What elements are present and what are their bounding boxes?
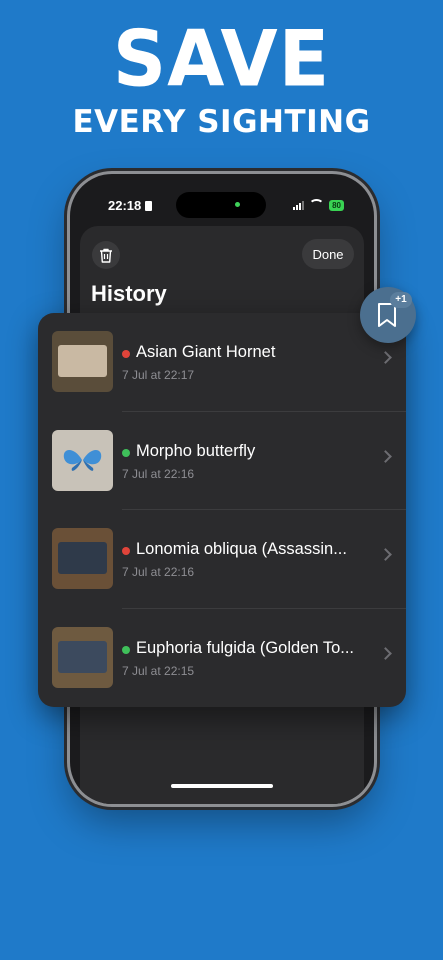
list-item[interactable]: Morpho butterfly 7 Jul at 22:16	[38, 412, 406, 511]
sighting-time: 7 Jul at 22:17	[122, 368, 195, 382]
sighting-thumbnail	[52, 331, 113, 392]
chevron-right-icon	[379, 646, 392, 660]
chevron-right-icon	[379, 351, 392, 364]
bookmark-count-badge: +1	[390, 292, 412, 308]
headline-line-2: EVERY SIGHTING	[72, 104, 371, 140]
trash-icon	[100, 248, 112, 263]
status-dot	[122, 547, 130, 555]
battery-icon: 80	[329, 199, 344, 211]
home-indicator	[171, 784, 273, 788]
dynamic-island	[176, 192, 266, 218]
list-item[interactable]: Euphoria fulgida (Golden To... 7 Jul at …	[38, 609, 406, 708]
sighting-title: Morpho butterfly	[136, 441, 256, 460]
status-dot	[122, 350, 130, 358]
status-dot	[122, 448, 130, 457]
sighting-title: Lonomia obliqua (Assassin...	[136, 540, 347, 558]
done-button[interactable]: Done	[302, 239, 354, 269]
sim-icon	[145, 201, 153, 211]
delete-button[interactable]	[92, 241, 120, 269]
status-dot	[122, 645, 130, 654]
sighting-thumbnail	[52, 626, 113, 688]
camera-indicator-icon	[235, 202, 240, 207]
promo-headline: SAVE EVERY SIGHTING	[0, 13, 443, 140]
butterfly-icon	[63, 449, 102, 471]
list-item[interactable]: Asian Giant Hornet 7 Jul at 22:17	[38, 313, 406, 412]
page-title: History	[91, 281, 167, 306]
status-time: 22:18	[108, 198, 153, 213]
wifi-icon	[309, 199, 325, 211]
signal-icon	[293, 200, 305, 210]
headline-line-1: SAVE	[112, 13, 331, 105]
sighting-thumbnail	[52, 528, 113, 589]
list-item[interactable]: Lonomia obliqua (Assassin... 7 Jul at 22…	[38, 510, 406, 609]
sighting-title: Euphoria fulgida (Golden To...	[136, 638, 355, 657]
sighting-time: 7 Jul at 22:16	[122, 565, 195, 579]
status-icons: 80	[293, 199, 344, 211]
sighting-thumbnail	[52, 429, 113, 491]
sighting-time: 7 Jul at 22:15	[122, 663, 195, 678]
sighting-time: 7 Jul at 22:16	[122, 466, 195, 481]
history-list: Asian Giant Hornet 7 Jul at 22:17 Morpho…	[38, 313, 406, 707]
sighting-title: Asian Giant Hornet	[136, 343, 276, 361]
chevron-right-icon	[379, 548, 392, 561]
chevron-right-icon	[379, 449, 392, 463]
